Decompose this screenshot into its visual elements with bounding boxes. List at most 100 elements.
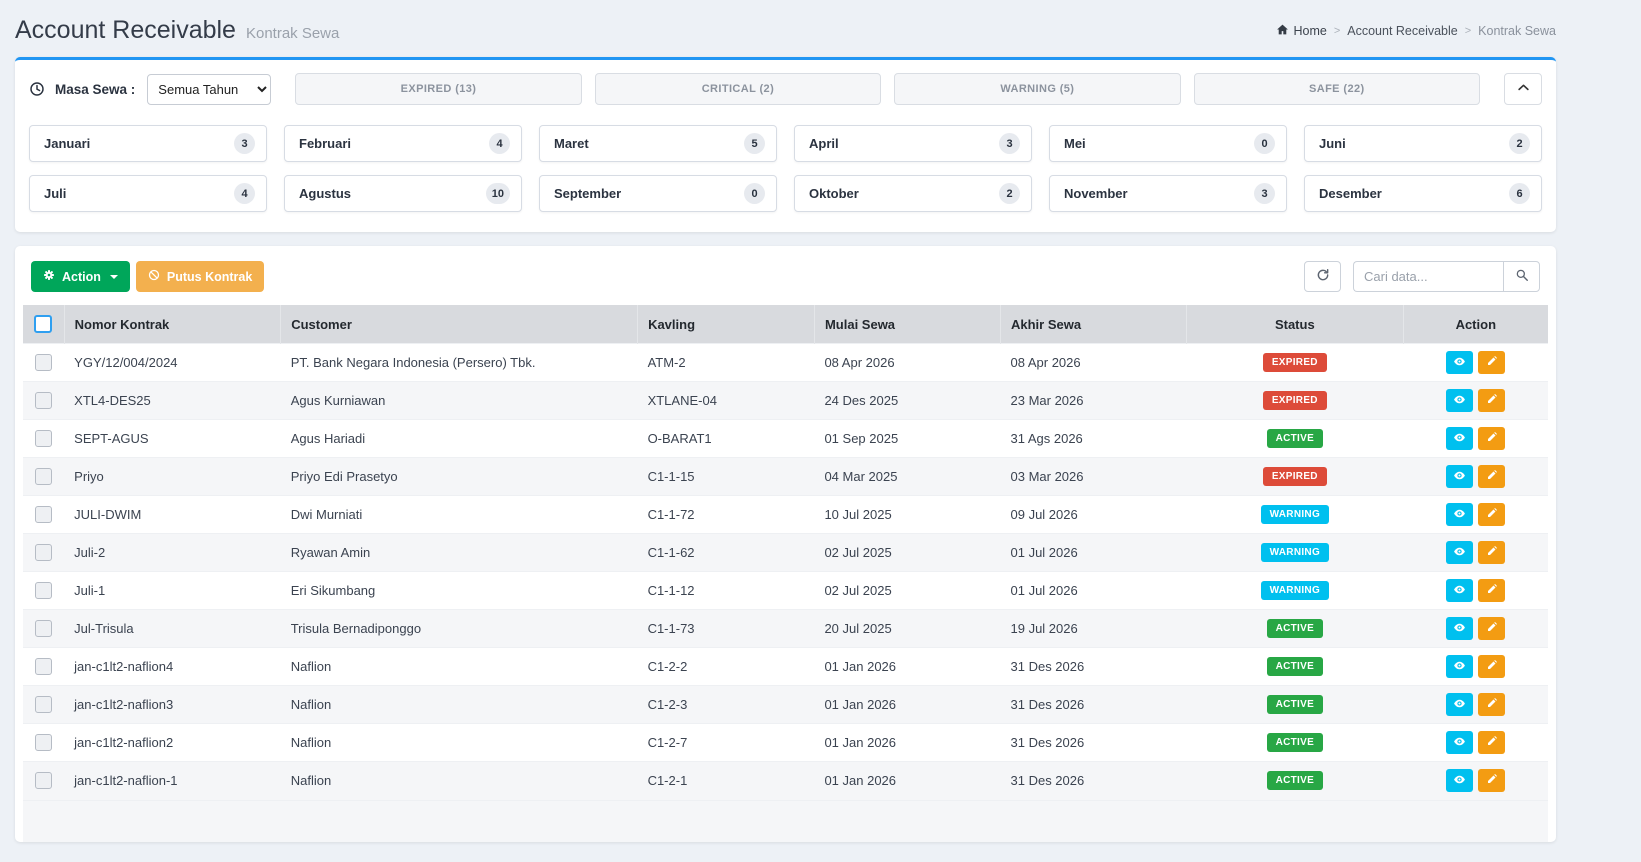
view-button[interactable] <box>1446 693 1473 716</box>
view-button[interactable] <box>1446 389 1473 412</box>
view-button[interactable] <box>1446 579 1473 602</box>
breadcrumb: Home > Account Receivable > Kontrak Sewa <box>1276 23 1556 39</box>
cell-kavling: C1-1-72 <box>638 496 815 534</box>
view-button[interactable] <box>1446 731 1473 754</box>
edit-button[interactable] <box>1478 655 1505 678</box>
month-card[interactable]: Mei 0 <box>1049 125 1287 162</box>
month-card[interactable]: Desember 6 <box>1304 175 1542 212</box>
cell-nomor-kontrak: Jul-Trisula <box>64 610 281 648</box>
edit-button[interactable] <box>1478 617 1505 640</box>
view-button[interactable] <box>1446 503 1473 526</box>
row-checkbox[interactable] <box>35 582 52 599</box>
month-count-badge: 6 <box>1509 183 1530 204</box>
month-card[interactable]: September 0 <box>539 175 777 212</box>
edit-button[interactable] <box>1478 427 1505 450</box>
collapse-button[interactable] <box>1504 73 1542 105</box>
eye-icon <box>1453 355 1466 371</box>
view-button[interactable] <box>1446 541 1473 564</box>
edit-button[interactable] <box>1478 351 1505 374</box>
edit-button[interactable] <box>1478 769 1505 792</box>
cell-mulai-sewa: 20 Jul 2025 <box>814 610 1000 648</box>
cell-customer: PT. Bank Negara Indonesia (Persero) Tbk. <box>281 344 638 382</box>
month-card[interactable]: Januari 3 <box>29 125 267 162</box>
col-header-nomor-kontrak[interactable]: Nomor Kontrak <box>64 305 281 344</box>
month-card[interactable]: Maret 5 <box>539 125 777 162</box>
month-label: Februari <box>299 136 351 151</box>
cell-action <box>1403 458 1548 496</box>
edit-button[interactable] <box>1478 389 1505 412</box>
edit-icon <box>1486 545 1498 560</box>
row-checkbox[interactable] <box>35 392 52 409</box>
edit-icon <box>1486 469 1498 484</box>
status-badge: EXPIRED <box>1263 391 1327 410</box>
page-subtitle: Kontrak Sewa <box>246 25 339 42</box>
row-checkbox[interactable] <box>35 620 52 637</box>
status-filter-button[interactable]: WARNING (5) <box>894 73 1180 105</box>
month-card[interactable]: November 3 <box>1049 175 1287 212</box>
cell-mulai-sewa: 08 Apr 2026 <box>814 344 1000 382</box>
edit-button[interactable] <box>1478 465 1505 488</box>
row-checkbox[interactable] <box>35 734 52 751</box>
status-badge: ACTIVE <box>1267 695 1323 714</box>
month-count-badge: 3 <box>1254 183 1275 204</box>
month-card[interactable]: Juni 2 <box>1304 125 1542 162</box>
row-checkbox[interactable] <box>35 544 52 561</box>
view-button[interactable] <box>1446 351 1473 374</box>
cell-action <box>1403 534 1548 572</box>
action-dropdown-button[interactable]: Action <box>31 261 130 292</box>
month-count-badge: 0 <box>744 183 765 204</box>
view-button[interactable] <box>1446 769 1473 792</box>
view-button[interactable] <box>1446 465 1473 488</box>
status-badge: ACTIVE <box>1267 733 1323 752</box>
status-filter-button[interactable]: SAFE (22) <box>1194 73 1480 105</box>
search-input[interactable] <box>1353 261 1503 292</box>
row-checkbox[interactable] <box>35 430 52 447</box>
year-select[interactable]: Semua Tahun <box>147 74 271 105</box>
month-card[interactable]: Oktober 2 <box>794 175 1032 212</box>
edit-button[interactable] <box>1478 503 1505 526</box>
edit-icon <box>1486 735 1498 750</box>
row-checkbox[interactable] <box>35 658 52 675</box>
month-label: Agustus <box>299 186 351 201</box>
month-card[interactable]: Juli 4 <box>29 175 267 212</box>
month-card[interactable]: Agustus 10 <box>284 175 522 212</box>
search-button[interactable] <box>1503 261 1540 292</box>
col-header-status[interactable]: Status <box>1187 305 1404 344</box>
putus-kontrak-button[interactable]: Putus Kontrak <box>136 261 264 292</box>
col-header-kavling[interactable]: Kavling <box>638 305 815 344</box>
view-button[interactable] <box>1446 427 1473 450</box>
select-all-checkbox[interactable] <box>34 315 52 333</box>
cell-kavling: C1-2-3 <box>638 686 815 724</box>
row-checkbox[interactable] <box>35 772 52 789</box>
cell-status: ACTIVE <box>1187 420 1404 458</box>
status-filter-button[interactable]: EXPIRED (13) <box>295 73 581 105</box>
edit-icon <box>1486 659 1498 674</box>
cell-akhir-sewa: 31 Des 2026 <box>1001 724 1187 762</box>
cell-action <box>1403 382 1548 420</box>
col-header-customer[interactable]: Customer <box>281 305 638 344</box>
row-checkbox[interactable] <box>35 506 52 523</box>
row-checkbox[interactable] <box>35 696 52 713</box>
edit-button[interactable] <box>1478 693 1505 716</box>
month-card[interactable]: April 3 <box>794 125 1032 162</box>
breadcrumb-home[interactable]: Home <box>1276 23 1326 39</box>
cell-akhir-sewa: 19 Jul 2026 <box>1001 610 1187 648</box>
view-button[interactable] <box>1446 655 1473 678</box>
cell-select <box>23 382 64 420</box>
cell-customer: Priyo Edi Prasetyo <box>281 458 638 496</box>
view-button[interactable] <box>1446 617 1473 640</box>
cell-customer: Dwi Murniati <box>281 496 638 534</box>
breadcrumb-account-receivable[interactable]: Account Receivable <box>1347 24 1457 38</box>
cell-customer: Naflion <box>281 724 638 762</box>
status-filter-button[interactable]: CRITICAL (2) <box>595 73 881 105</box>
col-header-mulai-sewa[interactable]: Mulai Sewa <box>814 305 1000 344</box>
refresh-button[interactable] <box>1304 261 1341 292</box>
cell-mulai-sewa: 01 Jan 2026 <box>814 648 1000 686</box>
edit-button[interactable] <box>1478 541 1505 564</box>
edit-button[interactable] <box>1478 579 1505 602</box>
month-card[interactable]: Februari 4 <box>284 125 522 162</box>
row-checkbox[interactable] <box>35 354 52 371</box>
col-header-akhir-sewa[interactable]: Akhir Sewa <box>1001 305 1187 344</box>
row-checkbox[interactable] <box>35 468 52 485</box>
edit-button[interactable] <box>1478 731 1505 754</box>
